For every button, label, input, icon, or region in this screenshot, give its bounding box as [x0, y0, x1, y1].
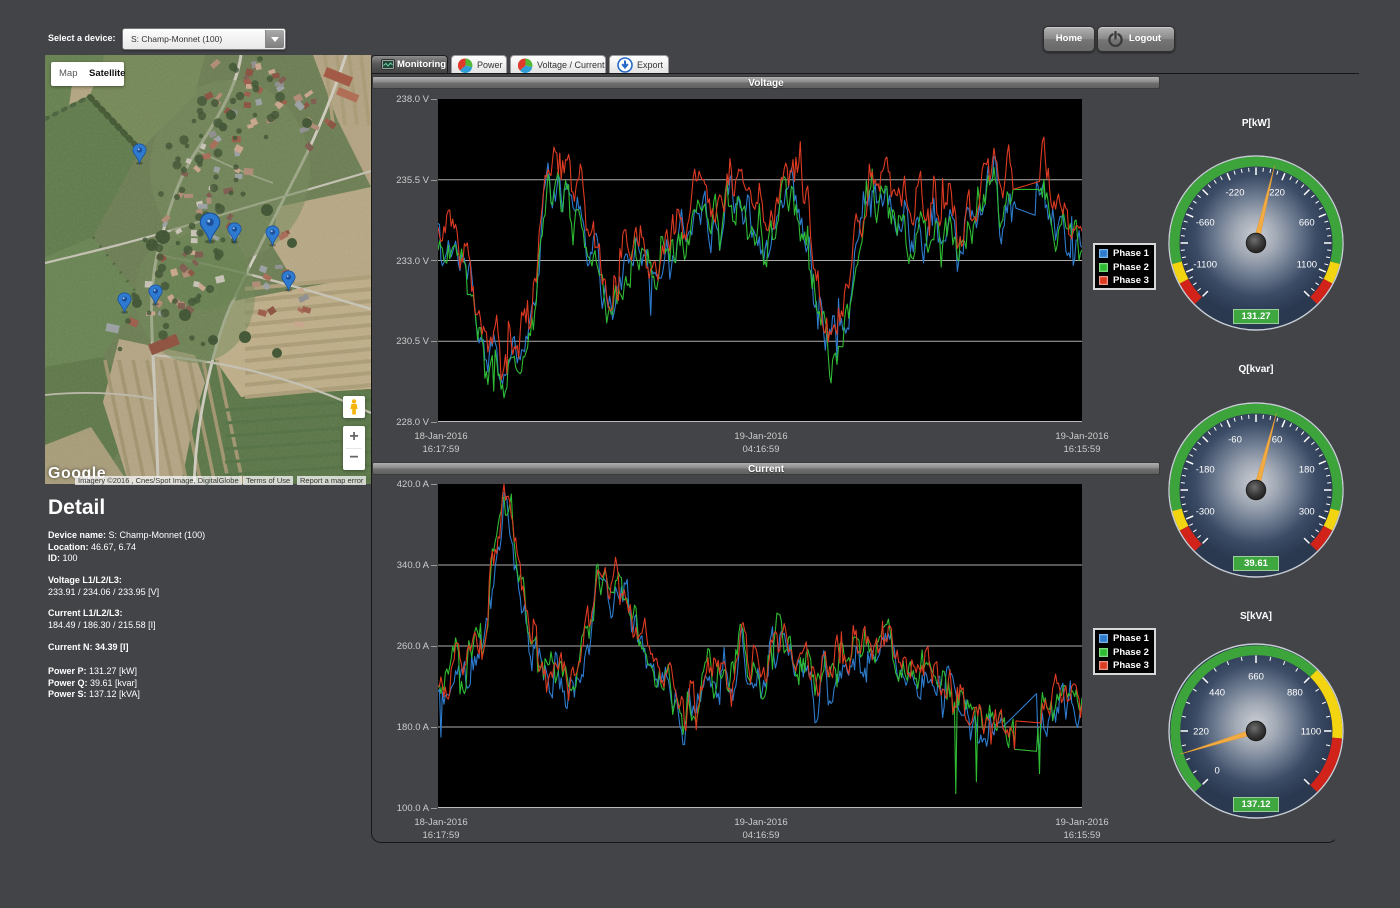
svg-text:880: 880: [1287, 688, 1303, 699]
svg-text:660: 660: [1248, 672, 1264, 683]
svg-text:300: 300: [1299, 507, 1315, 518]
svg-text:1100: 1100: [1297, 260, 1317, 271]
svg-text:-180: -180: [1196, 465, 1215, 476]
svg-text:-300: -300: [1196, 507, 1215, 518]
svg-text:-660: -660: [1196, 218, 1215, 229]
svg-text:180: 180: [1299, 465, 1315, 476]
svg-text:1100: 1100: [1301, 727, 1321, 738]
svg-text:440: 440: [1209, 688, 1225, 699]
svg-text:60: 60: [1272, 435, 1283, 446]
svg-text:0: 0: [1214, 765, 1219, 776]
svg-text:220: 220: [1193, 727, 1209, 738]
svg-text:-60: -60: [1228, 435, 1242, 446]
svg-text:-1100: -1100: [1193, 260, 1217, 271]
svg-text:660: 660: [1299, 218, 1315, 229]
svg-text:220: 220: [1269, 188, 1285, 199]
svg-text:-220: -220: [1225, 188, 1244, 199]
